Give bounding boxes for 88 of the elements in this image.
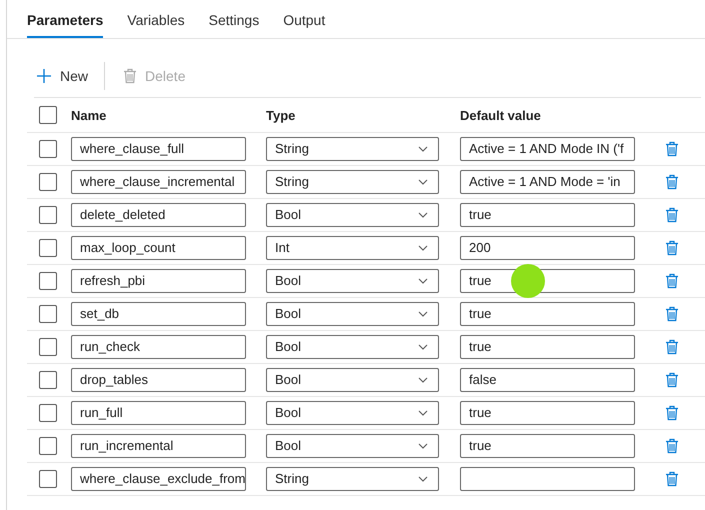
chevron-down-icon xyxy=(418,443,428,449)
default-value-field[interactable]: true xyxy=(460,434,635,458)
chevron-down-icon xyxy=(418,410,428,416)
chevron-down-icon xyxy=(418,245,428,251)
trash-icon xyxy=(665,273,679,289)
default-value-field[interactable] xyxy=(460,467,635,491)
type-dropdown[interactable]: Bool xyxy=(266,269,439,293)
chevron-down-icon xyxy=(418,377,428,383)
row-checkbox[interactable] xyxy=(39,305,57,323)
delete-row-button[interactable] xyxy=(663,337,681,357)
name-field[interactable]: where_clause_full xyxy=(71,137,246,161)
row-checkbox[interactable] xyxy=(39,140,57,158)
name-field[interactable]: delete_deleted xyxy=(71,203,246,227)
column-header: Type xyxy=(266,108,296,122)
chevron-down-icon xyxy=(418,278,428,284)
trash-icon xyxy=(123,68,138,84)
delete-row-button[interactable] xyxy=(663,304,681,324)
trash-icon xyxy=(665,174,679,190)
trash-icon xyxy=(665,207,679,223)
tab[interactable]: Settings xyxy=(208,0,260,38)
chevron-down-icon xyxy=(418,146,428,152)
type-dropdown[interactable]: Bool xyxy=(266,401,439,425)
type-dropdown[interactable]: Bool xyxy=(266,368,439,392)
type-dropdown[interactable]: Bool xyxy=(266,203,439,227)
trash-icon xyxy=(665,306,679,322)
default-value-field[interactable]: true xyxy=(460,335,635,359)
delete-row-button[interactable] xyxy=(663,271,681,291)
trash-icon xyxy=(665,240,679,256)
delete-row-button[interactable] xyxy=(663,436,681,456)
name-field[interactable]: refresh_pbi xyxy=(71,269,246,293)
type-dropdown[interactable]: Bool xyxy=(266,434,439,458)
row-checkbox[interactable] xyxy=(39,371,57,389)
tab[interactable]: Variables xyxy=(127,0,185,38)
default-value-field[interactable]: 200 xyxy=(460,236,635,260)
chevron-down-icon xyxy=(418,212,428,218)
type-dropdown[interactable]: String xyxy=(266,137,439,161)
delete-row-button[interactable] xyxy=(663,370,681,390)
plus-icon xyxy=(36,68,52,84)
column-header: Default value xyxy=(460,108,542,122)
chevron-down-icon xyxy=(418,344,428,350)
name-field[interactable]: run_check xyxy=(71,335,246,359)
delete-row-button[interactable] xyxy=(663,403,681,423)
cursor-highlight xyxy=(511,264,545,298)
default-value-field[interactable]: true xyxy=(460,302,635,326)
name-field[interactable]: where_clause_incremental xyxy=(71,170,246,194)
default-value-field[interactable]: true xyxy=(460,203,635,227)
select-all-checkbox[interactable] xyxy=(39,106,57,124)
chevron-down-icon xyxy=(418,311,428,317)
name-field[interactable]: run_full xyxy=(71,401,246,425)
trash-icon xyxy=(665,141,679,157)
row-checkbox[interactable] xyxy=(39,173,57,191)
delete-row-button[interactable] xyxy=(663,205,681,225)
row-checkbox[interactable] xyxy=(39,338,57,356)
default-value-field[interactable]: Active = 1 AND Mode IN ('f xyxy=(460,137,635,161)
row-checkbox[interactable] xyxy=(39,404,57,422)
row-checkbox[interactable] xyxy=(39,239,57,257)
name-field[interactable]: set_db xyxy=(71,302,246,326)
name-field[interactable]: where_clause_exclude_from xyxy=(71,467,246,491)
trash-icon xyxy=(665,372,679,388)
default-value-field[interactable]: true xyxy=(460,401,635,425)
type-dropdown[interactable]: Bool xyxy=(266,335,439,359)
row-checkbox[interactable] xyxy=(39,437,57,455)
chevron-down-icon xyxy=(418,179,428,185)
new-button[interactable]: New xyxy=(34,68,90,84)
delete-row-button[interactable] xyxy=(663,139,681,159)
name-field[interactable]: run_incremental xyxy=(71,434,246,458)
row-checkbox[interactable] xyxy=(39,272,57,290)
name-field[interactable]: drop_tables xyxy=(71,368,246,392)
row-checkbox[interactable] xyxy=(39,470,57,488)
default-value-field[interactable]: false xyxy=(460,368,635,392)
type-dropdown[interactable]: String xyxy=(266,467,439,491)
chevron-down-icon xyxy=(418,476,428,482)
type-dropdown[interactable]: Int xyxy=(266,236,439,260)
trash-icon xyxy=(665,438,679,454)
default-value-field[interactable]: Active = 1 AND Mode = 'in xyxy=(460,170,635,194)
trash-icon xyxy=(665,405,679,421)
tab[interactable]: Parameters xyxy=(27,0,104,38)
column-header: Name xyxy=(71,108,108,122)
trash-icon xyxy=(665,339,679,355)
type-dropdown[interactable]: Bool xyxy=(266,302,439,326)
name-field[interactable]: max_loop_count xyxy=(71,236,246,260)
delete-row-button[interactable] xyxy=(663,172,681,192)
trash-icon xyxy=(665,471,679,487)
delete-row-button[interactable] xyxy=(663,469,681,489)
type-dropdown[interactable]: String xyxy=(266,170,439,194)
delete-row-button[interactable] xyxy=(663,238,681,258)
tab[interactable]: Output xyxy=(283,0,326,38)
row-checkbox[interactable] xyxy=(39,206,57,224)
